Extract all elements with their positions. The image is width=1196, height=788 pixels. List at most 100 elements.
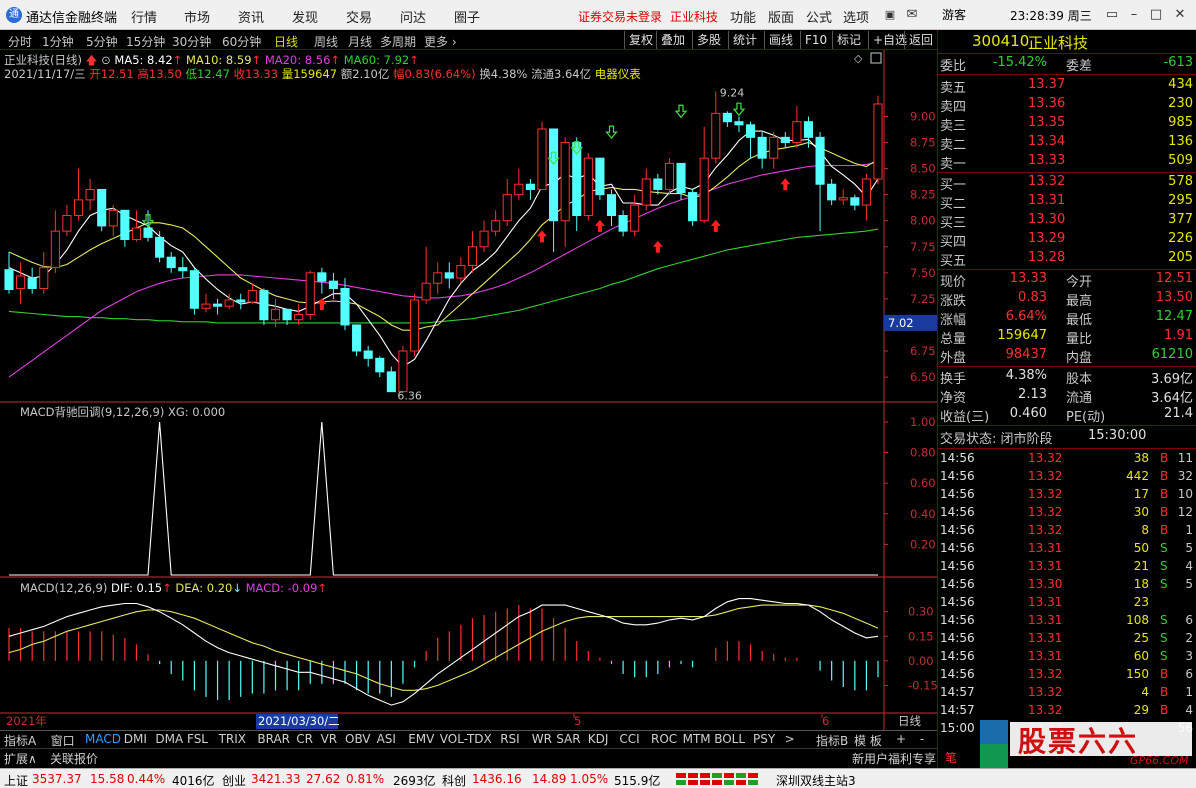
period-9[interactable]: 多周期 [380, 33, 416, 50]
menu-6[interactable]: 圈子 [454, 7, 480, 26]
bid-label: 买二 [940, 197, 967, 212]
toolbar-btn-3[interactable]: 统计 [728, 31, 761, 49]
menu-3[interactable]: 发现 [292, 7, 318, 26]
menu-1[interactable]: 市场 [184, 7, 210, 26]
tick-time: 14:56 [940, 523, 975, 537]
indicator-right-tab-1[interactable]: 模 板 [854, 732, 882, 749]
date-cursor-label: 2021/03/30/二 [258, 714, 340, 728]
close-icon[interactable]: ✕ [1170, 6, 1190, 24]
trade-login-notice[interactable]: 证券交易未登录 [578, 8, 662, 25]
indicator-right-tab-2[interactable]: + [896, 732, 906, 746]
restore-icon[interactable]: ▭ [1102, 6, 1122, 24]
period-6[interactable]: 日线 [274, 33, 298, 50]
stat-label2: 最低 [1066, 313, 1093, 328]
tab-trades[interactable]: 笔 [945, 749, 957, 766]
period-5[interactable]: 60分钟 [222, 33, 261, 50]
tick-count: 6 [1185, 613, 1193, 627]
indicator-tab-1[interactable]: 窗口 [51, 732, 75, 749]
tick-time: 14:56 [940, 469, 975, 483]
period-8[interactable]: 月线 [348, 33, 372, 50]
period-0[interactable]: 分时 [8, 33, 32, 50]
quote-panel: 300410 正业科技 委比 -15.42% 委差 -613 卖五 13.37 434 卖四 1… [937, 30, 1196, 770]
period-1[interactable]: 1分钟 [42, 33, 74, 50]
candle-body [259, 290, 269, 321]
indicator-tab-21[interactable]: BOLL [714, 732, 745, 746]
menu-4[interactable]: 交易 [346, 7, 372, 26]
weibi-row: 委比 -15.42% 委差 -613 [938, 55, 1196, 74]
toolbar-btn-2[interactable]: 多股 [692, 31, 725, 49]
period-7[interactable]: 周线 [314, 33, 338, 50]
watermark-text: 股票六六 [1018, 725, 1139, 758]
server-name[interactable]: 深圳双线主站3 [776, 772, 856, 788]
indicator-tab-8[interactable]: CR [296, 732, 313, 746]
indicator-tab-19[interactable]: ROC [651, 732, 677, 746]
indicator-tab-6[interactable]: TRIX [219, 732, 246, 746]
price-tick-label: 6.50 [910, 370, 936, 384]
indicator-tab-11[interactable]: ASI [377, 732, 396, 746]
indicator-tabs-more[interactable]: > [785, 732, 795, 746]
indicator-tab-12[interactable]: EMV [408, 732, 434, 746]
indicator-tab-0[interactable]: 指标A [4, 732, 36, 749]
toolbar-btn-1[interactable]: 叠加 [656, 31, 689, 49]
trade-status-row: 交易状态: 闭市阶段 15:30:00 [938, 428, 1196, 447]
minimize-icon[interactable]: – [1124, 6, 1144, 24]
menu-0[interactable]: 行情 [131, 7, 157, 26]
watermark-site: GP66.COM [1130, 754, 1189, 767]
tick-time: 14:56 [940, 595, 975, 609]
tick-side: B [1160, 469, 1169, 483]
indicator-right-tab-3[interactable]: - [920, 732, 924, 746]
indicator-tab-9[interactable]: VR [321, 732, 338, 746]
maximize-icon[interactable]: □ [1146, 6, 1166, 24]
related-quote-button[interactable]: 关联报价 [50, 750, 98, 767]
cy-index[interactable]: 3421.33 [251, 772, 301, 786]
watermark: 股票六六 GP66.COM [980, 720, 1192, 768]
stat2-value2: 3.64亿 [1151, 391, 1193, 406]
mail-icon[interactable]: ✉ [902, 6, 922, 24]
kc-index[interactable]: 1436.16 [472, 772, 522, 786]
sh-index[interactable]: 3537.37 [32, 772, 82, 786]
menu-right-1[interactable]: 版面 [768, 7, 794, 26]
indicator-tab-14[interactable]: RSI [500, 732, 520, 746]
promo-link[interactable]: 新用户福利专享 [852, 750, 936, 767]
tick-time: 14:56 [940, 487, 975, 501]
current-stock-notice[interactable]: 正业科技 [670, 8, 718, 25]
toolbar-btn-8[interactable]: 返回 [904, 31, 937, 49]
indicator-tab-17[interactable]: KDJ [588, 732, 609, 746]
ask-price: 13.34 [1028, 134, 1066, 149]
indicator-tab-13[interactable]: VOL-TDX [440, 732, 492, 746]
expand-button[interactable]: 扩展∧ [4, 750, 37, 767]
period-4[interactable]: 30分钟 [172, 33, 211, 50]
period-2[interactable]: 5分钟 [86, 33, 118, 50]
menu-right-0[interactable]: 功能 [730, 7, 756, 26]
stat2-value2: 3.69亿 [1151, 372, 1193, 387]
toolbar-btn-6[interactable]: 标记 [832, 31, 865, 49]
indicator-tab-18[interactable]: CCI [619, 732, 639, 746]
cy-pct: 0.81% [346, 772, 385, 786]
indicator-tab-15[interactable]: WR [532, 732, 552, 746]
indicator-tab-4[interactable]: DMA [155, 732, 183, 746]
toolbar-btn-0[interactable]: 复权 [624, 31, 657, 49]
menu-right-2[interactable]: 公式 [806, 7, 832, 26]
menu-2[interactable]: 资讯 [238, 7, 264, 26]
indicator-tab-5[interactable]: FSL [187, 732, 208, 746]
toolbar-btn-5[interactable]: F10 [800, 31, 831, 49]
indicator-tab-3[interactable]: DMI [124, 732, 147, 746]
indicator-tab-22[interactable]: PSY [753, 732, 775, 746]
chart-area[interactable]: ◇9.008.758.508.258.007.757.507.257.006.7… [0, 50, 937, 730]
window-box-icon[interactable] [870, 52, 882, 64]
diamond-icon[interactable]: ◇ [854, 52, 863, 65]
indicator-right-tab-0[interactable]: 指标B [816, 732, 848, 749]
indicator-tab-20[interactable]: MTM [683, 732, 711, 746]
indicator-tab-16[interactable]: SAR [556, 732, 580, 746]
menu-5[interactable]: 问达 [400, 7, 426, 26]
user-label[interactable]: 游客 [942, 6, 966, 23]
menu-right-3[interactable]: 选项 [843, 7, 869, 26]
indicator-tab-7[interactable]: BRAR [257, 732, 290, 746]
toolbar-btn-4[interactable]: 画线 [764, 31, 797, 49]
period-10[interactable]: 更多 › [424, 33, 457, 50]
expand-icon[interactable]: ⊙ [101, 53, 111, 67]
period-3[interactable]: 15分钟 [126, 33, 165, 50]
indicator-tab-2[interactable]: MACD [85, 732, 121, 746]
indicator-tab-10[interactable]: OBV [345, 732, 371, 746]
skin-icon[interactable]: ▣ [880, 6, 900, 24]
